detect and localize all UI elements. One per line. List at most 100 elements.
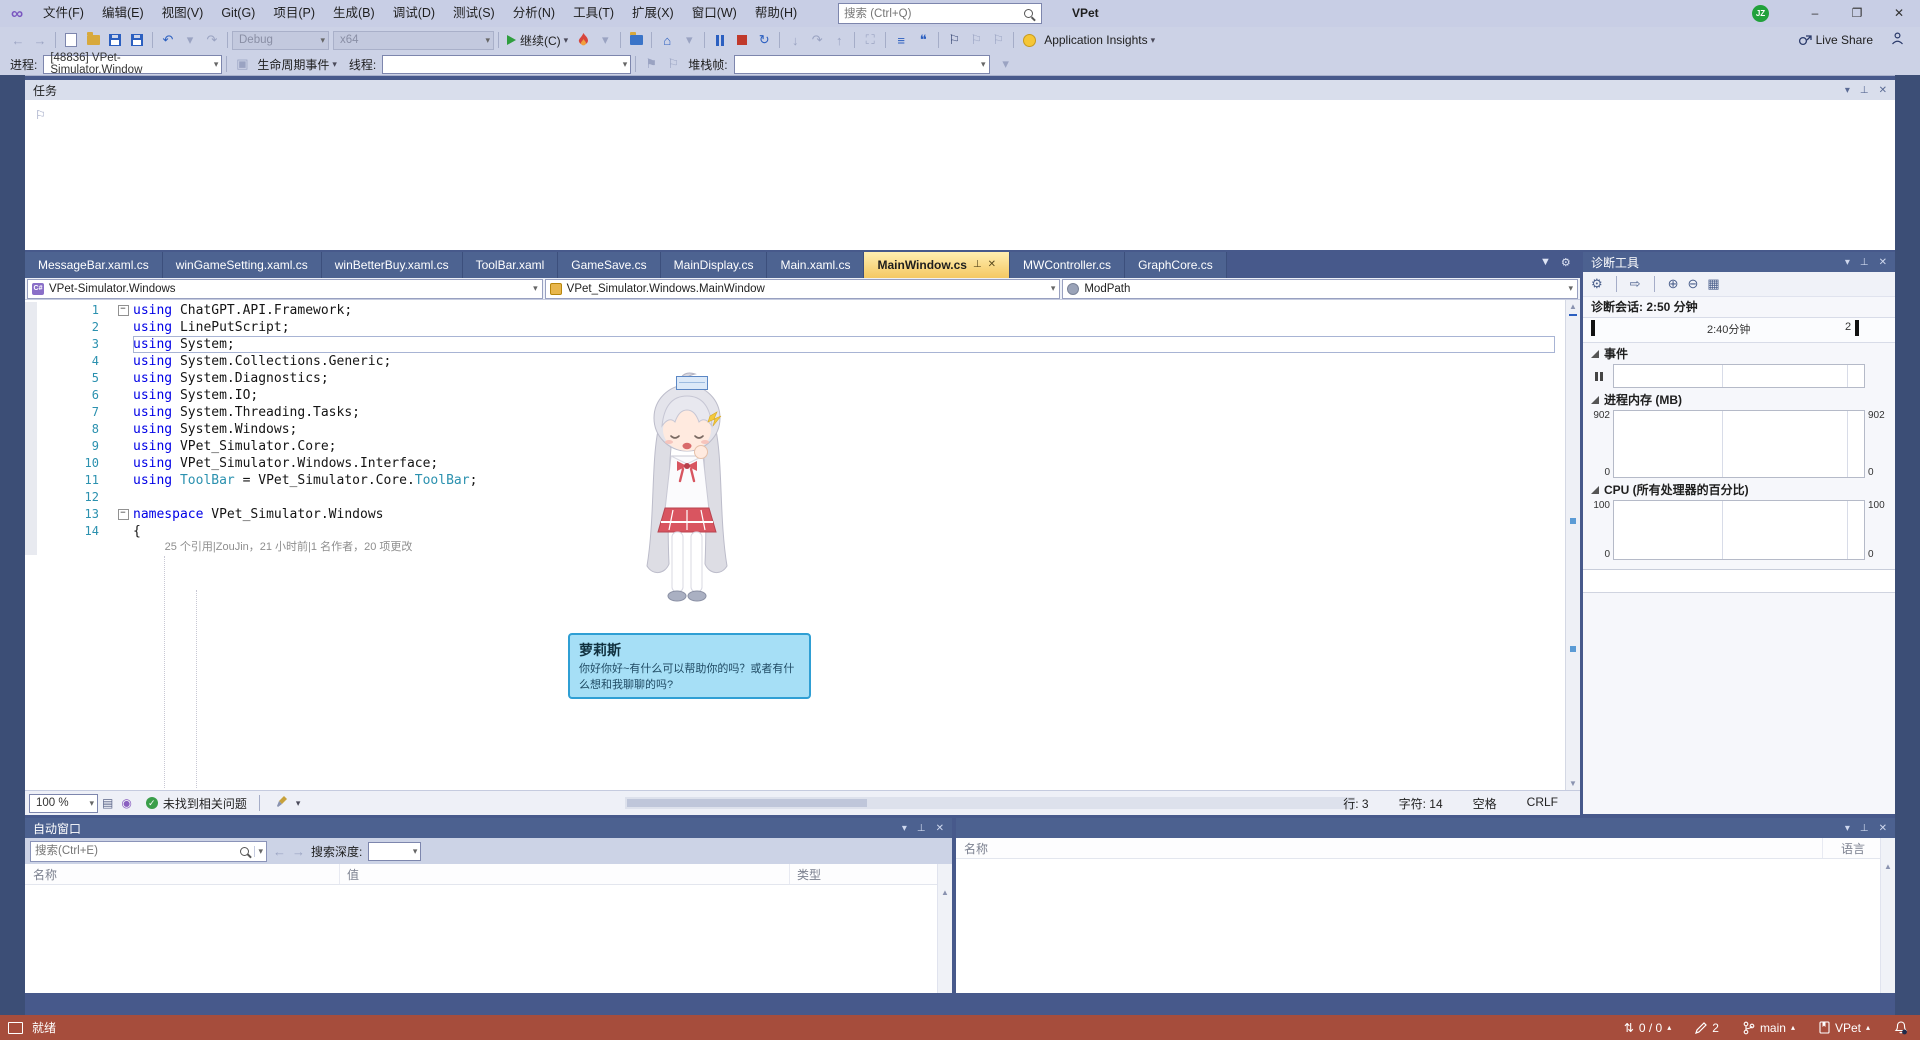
- panel-dropdown-icon[interactable]: ▾: [1845, 85, 1850, 96]
- code-map-icon[interactable]: ⛶: [860, 30, 880, 50]
- pin-icon[interactable]: ⊥: [917, 823, 926, 834]
- close-icon[interactable]: ✕: [988, 252, 996, 278]
- doc-tab-MainWindow.cs[interactable]: MainWindow.cs⊥✕: [864, 252, 1010, 278]
- stackframe-dropdown[interactable]: ▾: [734, 55, 990, 74]
- doc-tab-MWController.cs[interactable]: MWController.cs: [1010, 252, 1125, 278]
- pending-changes[interactable]: 2: [1695, 1021, 1719, 1035]
- process-dropdown[interactable]: [48836] VPet-Simulator.Window▾: [43, 55, 222, 74]
- vpet-character[interactable]: [612, 368, 762, 618]
- fold-toggle-icon[interactable]: −: [113, 506, 133, 523]
- undo-icon[interactable]: ↶: [158, 30, 178, 50]
- application-insights-dropdown[interactable]: Application Insights▾: [1040, 30, 1159, 50]
- sync-status[interactable]: ⇅ 0 / 0▴: [1624, 1021, 1671, 1035]
- code-cleanup-history-icon[interactable]: ◉: [121, 796, 131, 810]
- panel-dropdown-icon[interactable]: ▾: [1845, 823, 1850, 834]
- step-into-icon[interactable]: ↓: [785, 30, 805, 50]
- codelens-text[interactable]: 25 个引用|ZouJin，21 小时前|1 名作者，20 项更改: [133, 540, 1555, 555]
- next-bookmark-icon[interactable]: ⚐: [988, 30, 1008, 50]
- editor-vertical-scrollbar[interactable]: ▲ ▼: [1565, 300, 1580, 790]
- menu-item-6[interactable]: 调试(D): [384, 0, 444, 27]
- pause-icon[interactable]: [710, 30, 730, 50]
- lifecycle-dropdown[interactable]: 生命周期事件▾: [253, 54, 341, 74]
- menu-item-3[interactable]: Git(G): [212, 0, 264, 27]
- unflag-thread-icon[interactable]: ⚐: [663, 54, 683, 74]
- menu-item-10[interactable]: 扩展(X): [623, 0, 683, 27]
- events-pause-icon[interactable]: [1587, 364, 1613, 388]
- hot-reload-dropdown-icon[interactable]: ▾: [595, 30, 615, 50]
- code-line[interactable]: 8using System.Windows;: [25, 421, 1555, 438]
- fold-toggle-icon[interactable]: −: [113, 302, 133, 319]
- close-icon[interactable]: ✕: [1879, 257, 1887, 268]
- status-spaces[interactable]: 空格: [1473, 795, 1497, 812]
- code-line[interactable]: 4using System.Collections.Generic;: [25, 353, 1555, 370]
- search-depth-dropdown[interactable]: ▾: [368, 842, 421, 861]
- pin-icon[interactable]: ⊥: [973, 252, 982, 278]
- pin-icon[interactable]: ⊥: [1860, 85, 1869, 96]
- type-dropdown[interactable]: VPet_Simulator.Windows.MainWindow▾: [545, 279, 1061, 299]
- doc-tab-ToolBar.xaml[interactable]: ToolBar.xaml: [463, 252, 559, 278]
- doc-tab-winGameSetting.xaml.cs[interactable]: winGameSetting.xaml.cs: [163, 252, 322, 278]
- reset-view-chart-icon[interactable]: ▦: [1707, 276, 1719, 292]
- zoom-dropdown[interactable]: 100 %▾: [29, 794, 98, 813]
- status-eol[interactable]: CRLF: [1527, 795, 1558, 812]
- pet-speech-bubble[interactable]: 萝莉斯 你好你好~有什么可以帮助你的吗？或者有什么想和我聊聊的吗?: [568, 633, 811, 699]
- code-line[interactable]: 5using System.Diagnostics;: [25, 370, 1555, 387]
- doc-tab-MainDisplay.cs[interactable]: MainDisplay.cs: [661, 252, 768, 278]
- bookmark-icon[interactable]: ⚐: [944, 30, 964, 50]
- autos-search-input[interactable]: [31, 844, 240, 858]
- menu-item-7[interactable]: 测试(S): [444, 0, 504, 27]
- menu-item-4[interactable]: 项目(P): [264, 0, 324, 27]
- menu-item-8[interactable]: 分析(N): [504, 0, 564, 27]
- document-outline-icon[interactable]: ▤: [102, 796, 113, 810]
- navigate-forward-icon[interactable]: →: [30, 30, 50, 50]
- doc-tab-Main.xaml.cs[interactable]: Main.xaml.cs: [767, 252, 864, 278]
- codelens-row[interactable]: 25 个引用|ZouJin，21 小时前|1 名作者，20 项更改: [25, 540, 1555, 555]
- toolbar-overflow-icon[interactable]: ▾: [996, 54, 1016, 74]
- code-line[interactable]: 6using System.IO;: [25, 387, 1555, 404]
- live-share-button[interactable]: Live Share: [1794, 30, 1877, 50]
- code-cleanup-broom-icon[interactable]: [276, 795, 289, 811]
- panel-dropdown-icon[interactable]: ▾: [1845, 257, 1850, 268]
- menu-item-1[interactable]: 编辑(E): [93, 0, 153, 27]
- menu-item-5[interactable]: 生成(B): [324, 0, 384, 27]
- cpu-section-header[interactable]: CPU (所有处理器的百分比): [1583, 481, 1895, 499]
- minimize-button[interactable]: –: [1794, 0, 1836, 27]
- project-dropdown[interactable]: C# VPet-Simulator.Windows▾: [27, 279, 543, 299]
- panel-dropdown-icon[interactable]: ▾: [902, 823, 907, 834]
- autos-search-box[interactable]: ▾: [30, 841, 267, 862]
- close-button[interactable]: ✕: [1878, 0, 1920, 27]
- gear-icon[interactable]: ⚙: [1591, 276, 1603, 292]
- thread-dropdown[interactable]: ▾: [382, 55, 631, 74]
- pin-icon[interactable]: ⊥: [1860, 257, 1869, 268]
- show-all-windows-icon[interactable]: ⌂: [657, 30, 677, 50]
- menu-item-9[interactable]: 工具(T): [564, 0, 623, 27]
- menu-item-12[interactable]: 帮助(H): [746, 0, 806, 27]
- branch-selector[interactable]: main▴: [1743, 1021, 1795, 1035]
- code-line[interactable]: 9using VPet_Simulator.Core;: [25, 438, 1555, 455]
- diagnostics-timeline-ruler[interactable]: 2:40分钟 2: [1583, 317, 1895, 343]
- code-editor[interactable]: 1−using ChatGPT.API.Framework;2using Lin…: [25, 300, 1580, 790]
- prev-bookmark-icon[interactable]: ⚐: [966, 30, 986, 50]
- doc-tab-winBetterBuy.xaml.cs[interactable]: winBetterBuy.xaml.cs: [322, 252, 463, 278]
- platform-dropdown[interactable]: x64▾: [333, 31, 494, 50]
- autos-scrollbar[interactable]: ▲: [937, 864, 952, 993]
- close-icon[interactable]: ✕: [1879, 823, 1887, 834]
- code-line[interactable]: 7using System.Threading.Tasks;: [25, 404, 1555, 421]
- step-over-icon[interactable]: ↷: [807, 30, 827, 50]
- task-panel-titlebar[interactable]: 任务 ▾ ⊥ ✕: [25, 80, 1895, 100]
- scroll-up-icon[interactable]: ▲: [1569, 302, 1577, 311]
- menu-item-11[interactable]: 窗口(W): [683, 0, 746, 27]
- member-dropdown[interactable]: ModPath▾: [1062, 279, 1578, 299]
- feedback-icon[interactable]: [1891, 32, 1904, 48]
- new-file-icon[interactable]: [61, 30, 81, 50]
- continue-button[interactable]: 继续(C)▾: [503, 30, 572, 50]
- quick-search-input[interactable]: [839, 7, 1024, 21]
- callstack-titlebar[interactable]: ▾ ⊥ ✕: [956, 818, 1895, 838]
- code-line[interactable]: 11using ToolBar = VPet_Simulator.Core.To…: [25, 472, 1555, 489]
- flag-thread-icon[interactable]: ⚑: [641, 54, 661, 74]
- repo-selector[interactable]: VPet▴: [1819, 1021, 1870, 1035]
- zoom-out-icon[interactable]: ⊖: [1687, 276, 1698, 292]
- quick-search-box[interactable]: [838, 3, 1042, 24]
- save-icon[interactable]: [105, 30, 125, 50]
- doc-tab-GameSave.cs[interactable]: GameSave.cs: [558, 252, 660, 278]
